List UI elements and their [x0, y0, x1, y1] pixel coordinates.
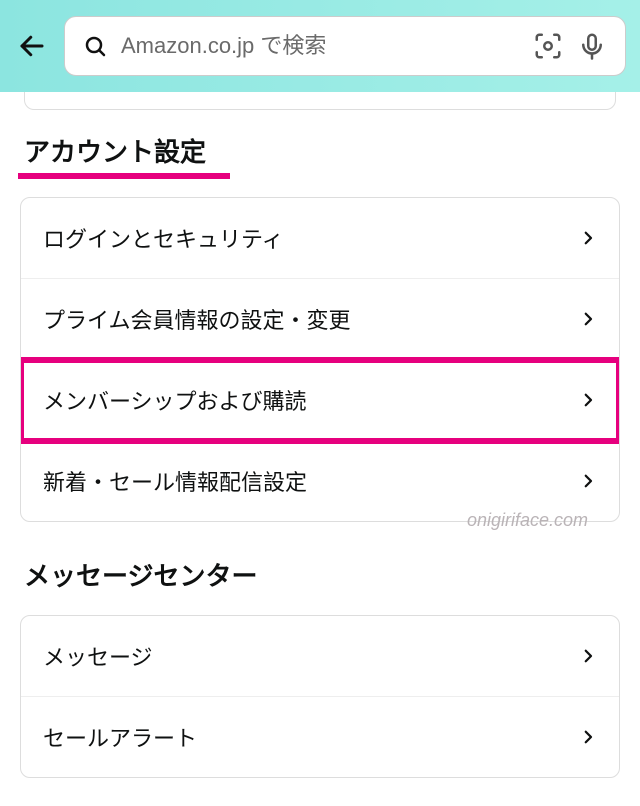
header [0, 0, 640, 92]
list-item-messages[interactable]: メッセージ [21, 616, 619, 697]
section-title-underline [18, 173, 230, 179]
list-item-label: メンバーシップおよび購読 [43, 384, 307, 416]
chevron-right-icon [579, 647, 597, 665]
content: アカウント設定 ログインとセキュリティ プライム会員情報の設定・変更 メンバーシ… [0, 118, 640, 798]
list-item-label: プライム会員情報の設定・変更 [43, 303, 351, 335]
section-title-wrap-account: アカウント設定 [20, 118, 210, 179]
list-card-messages: メッセージ セールアラート [20, 615, 620, 778]
mic-icon[interactable] [577, 31, 607, 61]
section-title-messages: メッセージセンター [24, 556, 616, 593]
list-item-label: メッセージ [43, 640, 153, 672]
chevron-right-icon [579, 229, 597, 247]
chevron-right-icon [579, 310, 597, 328]
search-input[interactable] [121, 33, 519, 59]
camera-scan-icon[interactable] [533, 31, 563, 61]
previous-card-bottom [24, 92, 616, 110]
list-card-account: ログインとセキュリティ プライム会員情報の設定・変更 メンバーシップおよび購読 … [20, 197, 620, 522]
search-icon [83, 34, 107, 58]
chevron-right-icon [579, 472, 597, 490]
list-item-label: 新着・セール情報配信設定 [43, 465, 307, 497]
list-item-login-security[interactable]: ログインとセキュリティ [21, 198, 619, 279]
search-bar[interactable] [64, 16, 626, 76]
list-item-sale-alerts[interactable]: セールアラート [21, 697, 619, 777]
section-title-account: アカウント設定 [24, 132, 206, 169]
list-item-prime-settings[interactable]: プライム会員情報の設定・変更 [21, 279, 619, 360]
list-item-label: セールアラート [43, 721, 197, 753]
list-item-membership-subscriptions[interactable]: メンバーシップおよび購読 [21, 360, 619, 441]
list-item-sale-notifications[interactable]: 新着・セール情報配信設定 [21, 441, 619, 521]
section-title-wrap-messages: メッセージセンター [20, 522, 620, 597]
chevron-right-icon [579, 728, 597, 746]
list-item-label: ログインとセキュリティ [43, 222, 284, 254]
chevron-right-icon [579, 391, 597, 409]
back-arrow-icon [17, 31, 47, 61]
back-button[interactable] [14, 28, 50, 64]
